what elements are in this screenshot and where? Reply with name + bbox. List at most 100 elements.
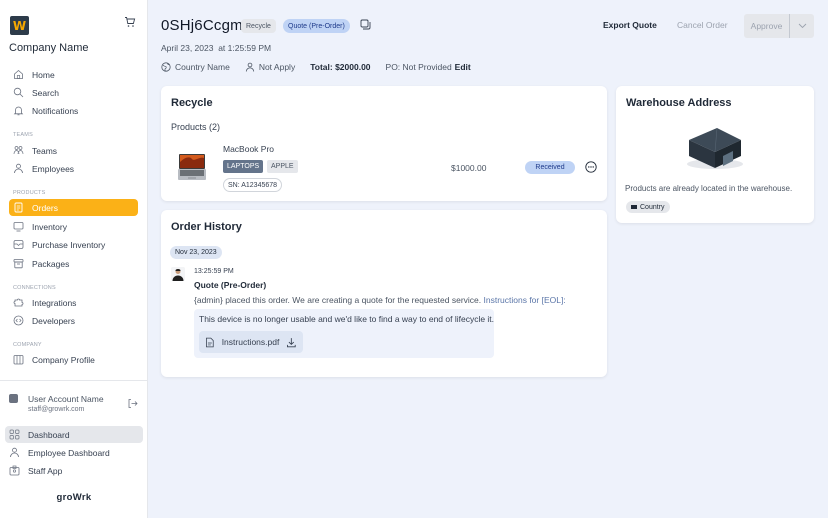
person-icon (9, 447, 20, 458)
history-title: Quote (Pre-Order) (194, 280, 267, 290)
product-image[interactable] (176, 152, 208, 182)
sidebar-item-staff-app[interactable]: Staff App (5, 462, 143, 479)
approve-button[interactable]: Approve (744, 14, 790, 38)
warehouse-illustration (687, 127, 743, 169)
box-icon (13, 239, 24, 250)
grid-icon (9, 429, 20, 440)
product-price: $1000.00 (451, 163, 487, 173)
more-options-icon[interactable] (585, 161, 597, 173)
order-type-badge: Recycle (241, 19, 276, 33)
sidebar-item-company-profile[interactable]: Company Profile (9, 351, 138, 368)
sidebar-item-search[interactable]: Search (9, 84, 138, 101)
sidebar-item-label: Inventory (32, 221, 67, 232)
user-account[interactable]: User Account Name staff@growrk.com (9, 392, 139, 418)
flag-icon (631, 205, 637, 209)
company-logo[interactable]: W (10, 16, 29, 35)
sidebar-item-label: Company Profile (32, 354, 95, 365)
export-quote-button[interactable]: Export Quote (603, 20, 657, 30)
sidebar-item-label: Staff App (28, 465, 63, 476)
product-status-badge: Received (525, 161, 575, 174)
teams-icon (13, 145, 24, 156)
warehouse-description: Products are already located in the ware… (625, 184, 793, 193)
product-category-tag: LAPTOPS (223, 160, 264, 173)
instructions-link[interactable]: Instructions for [EOL]: (484, 295, 566, 305)
sidebar-item-integrations[interactable]: Integrations (9, 294, 138, 311)
home-icon (13, 69, 24, 80)
cancel-order-button[interactable]: Cancel Order (677, 20, 728, 30)
country-name: Country Name (175, 62, 230, 72)
country-chip: Country (626, 201, 670, 213)
product-name: MacBook Pro (223, 144, 275, 154)
section-label-teams: TEAMS (13, 132, 33, 138)
logout-icon[interactable] (127, 398, 138, 409)
sidebar-item-label: Integrations (32, 297, 77, 308)
history-description: {admin} placed this order. We are creati… (194, 295, 482, 305)
warehouse-card: Warehouse Address Products are already l… (616, 86, 814, 223)
search-icon (13, 87, 24, 98)
user-avatar (171, 267, 185, 281)
section-label-company: COMPANY (13, 342, 42, 348)
sidebar-item-label: Notifications (32, 105, 79, 116)
sidebar: W Company Name Home Search Notifications… (0, 0, 148, 518)
company-name: Company Name (9, 42, 89, 54)
section-label-products: PRODUCTS (13, 190, 46, 196)
building-icon (13, 354, 24, 365)
sidebar-item-employee-dashboard[interactable]: Employee Dashboard (5, 444, 143, 461)
sidebar-item-label: Developers (32, 315, 75, 326)
sidebar-item-orders[interactable]: Orders (9, 199, 138, 216)
note-text: This device is no longer usable and we'd… (199, 314, 495, 324)
product-brand-tag: APPLE (267, 160, 298, 173)
order-total: Total: $2000.00 (310, 62, 371, 72)
sidebar-item-inventory[interactable]: Inventory (9, 218, 138, 235)
sidebar-item-employees[interactable]: Employees (9, 160, 138, 177)
person-icon (245, 62, 254, 72)
copy-icon[interactable] (360, 19, 371, 30)
file-icon (206, 337, 214, 347)
sidebar-item-packages[interactable]: Packages (9, 255, 138, 272)
order-history-card: Order History Nov 23, 2023 13:25:59 PM Q… (161, 210, 607, 377)
attachment[interactable]: Instructions.pdf (199, 331, 303, 353)
approve-dropdown-toggle[interactable] (790, 14, 814, 38)
id-badge-icon (9, 465, 20, 476)
sidebar-divider (0, 380, 148, 381)
sidebar-item-label: Teams (32, 145, 58, 156)
order-time: at 1:25:59 PM (218, 43, 272, 53)
orders-icon (13, 202, 24, 213)
edit-po-button[interactable]: Edit (455, 62, 471, 72)
instructions-note: This device is no longer usable and we'd… (194, 309, 494, 358)
recycle-card: Recycle Products (2) MacBook Pro LAPTOPS… (161, 86, 607, 201)
sidebar-item-label: Employee Dashboard (28, 447, 110, 458)
person-icon (13, 163, 24, 174)
sidebar-item-label: Dashboard (28, 429, 70, 440)
order-date: April 23, 2023 (161, 43, 214, 53)
brand-logo: groWrk (56, 492, 92, 503)
sidebar-item-notifications[interactable]: Notifications (9, 102, 138, 119)
approve-split-button: Approve (744, 14, 814, 38)
attachment-name: Instructions.pdf (221, 337, 280, 347)
chevron-down-icon (798, 23, 806, 29)
po-number: PO: Not Provided (385, 62, 452, 72)
user-email: staff@growrk.com (28, 406, 85, 413)
monitor-icon (13, 221, 24, 232)
history-date-chip: Nov 23, 2023 (170, 246, 222, 259)
sidebar-item-dashboard[interactable]: Dashboard (5, 426, 143, 443)
order-id: 0SHj6Ccgmd (161, 17, 252, 34)
card-title: Order History (171, 221, 242, 233)
sidebar-item-developers[interactable]: Developers (9, 312, 138, 329)
sidebar-item-label: Purchase Inventory (32, 239, 106, 250)
country-label: Country (640, 203, 665, 211)
products-count: Products (2) (171, 122, 221, 132)
sidebar-item-teams[interactable]: Teams (9, 142, 138, 159)
user-avatar (9, 394, 18, 403)
cart-icon[interactable] (124, 16, 136, 28)
globe-icon (161, 62, 171, 72)
sidebar-item-purchase-inventory[interactable]: Purchase Inventory (9, 236, 138, 253)
sidebar-item-home[interactable]: Home (9, 66, 138, 83)
code-icon (13, 315, 24, 326)
order-datetime: April 23, 2023 at 1:25:59 PM (161, 43, 271, 53)
download-icon[interactable] (286, 337, 297, 348)
puzzle-icon (13, 297, 24, 308)
card-title: Recycle (171, 97, 213, 109)
assignee-meta: Not Apply (245, 62, 295, 72)
sidebar-item-label: Employees (32, 163, 75, 174)
